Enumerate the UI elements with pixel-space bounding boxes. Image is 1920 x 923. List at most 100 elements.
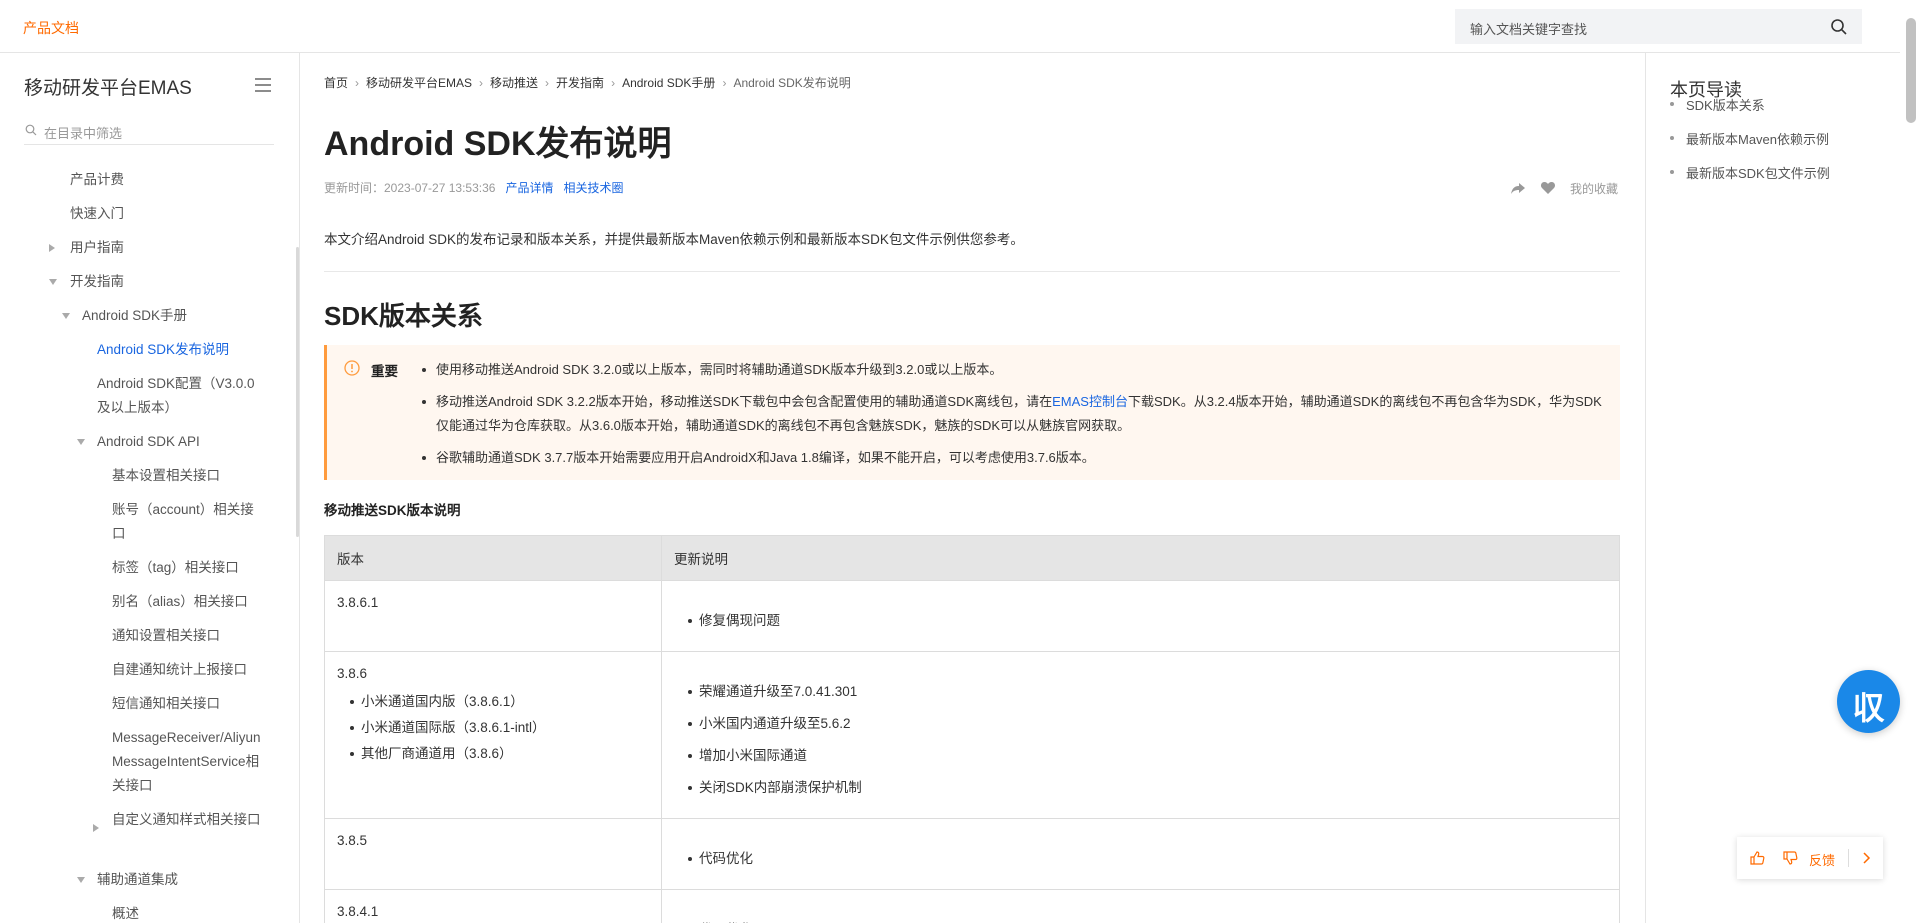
sidebar-item[interactable]: 标签（tag）相关接口 [112,556,272,580]
table-row: 3.8.5 代码优化 [324,818,1620,890]
section-heading-sdk-versions: SDK版本关系 [324,301,483,331]
search-icon [25,124,37,136]
floating-assistant-button[interactable]: 収 [1837,670,1900,733]
sidebar-item[interactable]: 概述 [112,902,272,923]
assistant-icon: 収 [1852,690,1885,726]
breadcrumb-push[interactable]: 移动推送 [490,74,538,91]
page-toc: 本页导读 SDK版本关系 最新版本Maven依赖示例 最新版本SDK包文件示例 [1645,53,1900,923]
article-meta: 更新时间：2023-07-27 13:53:36 产品详情 相关技术圈 [324,179,623,196]
update-time: 更新时间：2023-07-27 13:53:36 [324,181,496,195]
sidebar-item[interactable]: 辅助通道集成 [97,868,257,892]
notice-label: 重要 [371,364,398,379]
breadcrumb-emas[interactable]: 移动研发平台EMAS [366,74,472,91]
thumbs-down-icon[interactable] [1782,850,1798,866]
heart-icon[interactable] [1540,180,1556,196]
product-docs-link[interactable]: 产品文档 [23,18,79,38]
version-sub-item: 其他厂商通道用（3.8.6） [337,741,649,767]
sidebar-item[interactable]: 自定义通知样式相关接口 [112,808,262,832]
version-number: 3.8.6 [337,666,368,681]
doc-search-box[interactable]: 输入文档关键字查找 [1455,9,1862,44]
update-note: 小米国内通道升级至5.6.2 [674,708,1607,740]
sidebar-item[interactable]: 短信通知相关接口 [112,692,272,716]
sidebar-scrollbar[interactable] [296,247,299,537]
breadcrumb-home[interactable]: 首页 [324,74,348,91]
chevron-right-icon[interactable] [1859,851,1873,865]
caret-down-icon[interactable] [77,439,85,445]
update-note: 修复偶现问题 [674,605,1607,637]
table-row: 3.8.6.1 修复偶现问题 [324,580,1620,652]
version-table: 版本 更新说明 3.8.6.1 修复偶现问题 3.8.6 小米通道国内版（3.8.6.… [324,535,1620,923]
version-cell: 3.8.6 小米通道国内版（3.8.6.1） 小米通道国际版（3.8.6.1-int… [324,651,662,819]
feedback-bar: 反馈 [1737,837,1883,879]
article-actions: 我的收藏 [1510,179,1620,197]
left-sidebar: 移动研发平台EMAS 在目录中筛选 产品计费 快速入门 用户指南 开发指南 Androi… [0,53,300,923]
sidebar-item[interactable]: Android SDK发布说明 [97,338,257,362]
caret-down-icon[interactable] [49,279,57,285]
caret-right-icon[interactable] [93,824,99,832]
table-header-row: 版本 更新说明 [324,535,1620,581]
menu-icon[interactable] [253,77,273,93]
caret-down-icon[interactable] [77,877,85,883]
toc-item-maven-example[interactable]: 最新版本Maven依赖示例 [1670,129,1829,148]
breadcrumb-separator: › [611,76,616,90]
emas-console-link[interactable]: EMAS控制台 [1052,394,1128,409]
update-notes-cell: 荣耀通道升级至7.0.41.301 小米国内通道升级至5.6.2 增加小米国际通道关… [661,651,1620,819]
product-detail-link[interactable]: 产品详情 [505,181,553,195]
page-scrollbar[interactable] [1906,18,1916,123]
update-notes-cell: 代码优化 [661,889,1620,923]
table-caption: 移动推送SDK版本说明 [324,503,461,518]
divider [324,271,1620,272]
sidebar-item[interactable]: 快速入门 [70,202,230,226]
my-favorites-link[interactable]: 我的收藏 [1570,180,1618,197]
filter-placeholder: 在目录中筛选 [44,126,123,141]
sidebar-item[interactable]: 账号（account）相关接口 [112,498,262,546]
share-icon[interactable] [1510,180,1526,196]
breadcrumb-separator: › [355,76,360,90]
sidebar-item[interactable]: Android SDK手册 [82,304,242,328]
version-cell: 3.8.6.1 [324,580,662,652]
column-header-updates: 更新说明 [661,535,1620,581]
sidebar-item[interactable]: MessageReceiver/AliyunMessageIntentServi… [112,726,262,798]
version-number: 3.8.5 [337,833,368,848]
update-notes-cell: 修复偶现问题 [661,580,1620,652]
sidebar-item[interactable]: 产品计费 [70,168,230,192]
important-notice: 重要 使用移动推送Android SDK 3.2.0或以上版本，需同时将辅助通道… [324,345,1620,480]
version-sub-item: 小米通道国内版（3.8.6.1） [337,689,649,715]
feedback-button[interactable]: 反馈 [1809,850,1835,869]
sidebar-item[interactable]: Android SDK API [97,430,257,454]
sidebar-item[interactable]: 自建通知统计上报接口 [112,658,272,682]
version-table-body: 3.8.6.1 修复偶现问题 3.8.6 小米通道国内版（3.8.6.1） 小米通道国际… [324,580,1620,923]
sidebar-item[interactable]: 基本设置相关接口 [112,464,272,488]
toc-item-sdk-versions[interactable]: SDK版本关系 [1670,95,1765,114]
caret-right-icon[interactable] [49,244,55,252]
version-sub-item: 小米通道国际版（3.8.6.1-intl） [337,715,649,741]
divider [1848,849,1849,867]
column-header-version: 版本 [324,535,662,581]
sidebar-filter-input[interactable]: 在目录中筛选 [24,117,274,145]
breadcrumb-dev-guide[interactable]: 开发指南 [556,74,604,91]
notice-text: 移动推送Android SDK 3.2.2版本开始，移动推送SDK下载包中会包含… [436,394,1053,409]
sidebar-item[interactable]: Android SDK配置（V3.0.0及以上版本） [97,372,262,420]
table-row: 3.8.6 小米通道国内版（3.8.6.1） 小米通道国际版（3.8.6.1-int… [324,651,1620,819]
thumbs-up-icon[interactable] [1749,850,1765,866]
sidebar-item[interactable]: 通知设置相关接口 [112,624,272,648]
version-cell: 3.8.4.1 [324,889,662,923]
caret-down-icon[interactable] [62,313,70,319]
sidebar-item[interactable]: 别名（alias）相关接口 [112,590,272,614]
breadcrumb-separator: › [545,76,550,90]
update-note: 关闭SDK内部崩溃保护机制 [674,772,1607,804]
sidebar-item[interactable]: 用户指南 [70,236,230,260]
breadcrumb-separator: › [722,76,727,90]
version-cell: 3.8.5 [324,818,662,890]
search-icon[interactable] [1830,18,1848,36]
notice-item: 谷歌辅助通道SDK 3.7.7版本开始需要应用开启AndroidX和Java 1… [422,446,1602,470]
version-number: 3.8.4.1 [337,904,379,919]
main-content: 首页 › 移动研发平台EMAS › 移动推送 › 开发指南 › Android SDK手册 › An… [324,53,1620,923]
sidebar-item[interactable]: 开发指南 [70,270,230,294]
breadcrumb-sdk-manual[interactable]: Android SDK手册 [622,74,715,91]
breadcrumb: 首页 › 移动研发平台EMAS › 移动推送 › 开发指南 › Android SDK手册 › An… [324,74,851,91]
tech-circle-link[interactable]: 相关技术圈 [563,181,623,195]
doc-search-placeholder: 输入文档关键字查找 [1470,22,1588,37]
toc-item-sdk-package-example[interactable]: 最新版本SDK包文件示例 [1670,163,1830,182]
update-note: 代码优化 [674,843,1607,875]
